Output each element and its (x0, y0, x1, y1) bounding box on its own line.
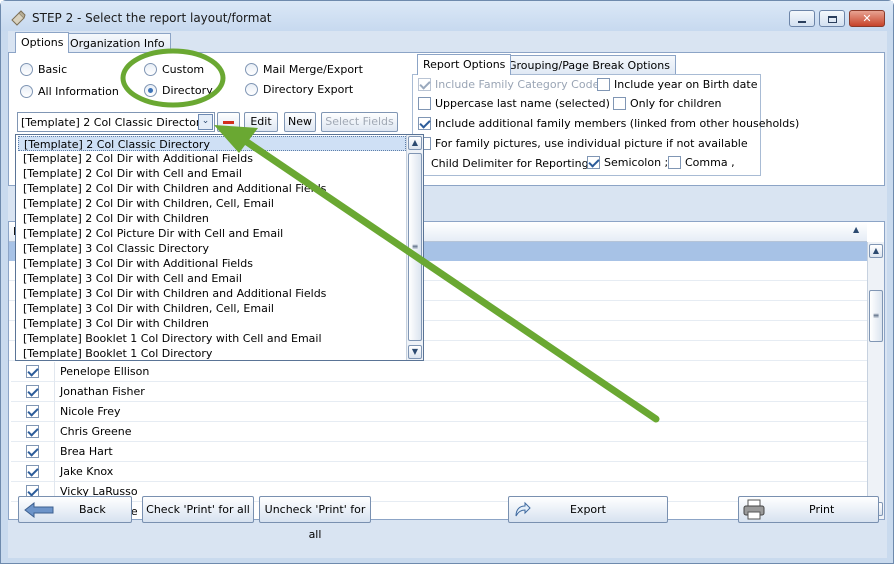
annotation-overlay (120, 48, 660, 423)
annotation-circle (120, 48, 226, 108)
annotation-arrow-shaft (237, 134, 660, 423)
app-window: STEP 2 - Select the report layout/format… (0, 0, 894, 564)
